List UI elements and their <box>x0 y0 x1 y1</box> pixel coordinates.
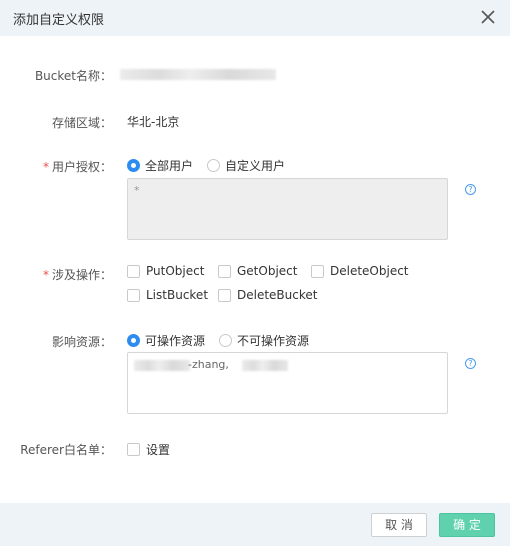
checkbox-icon <box>218 264 231 278</box>
required-mark: * <box>42 268 49 282</box>
checkbox-get-object-label: GetObject <box>237 264 298 278</box>
user-auth-label-text: 用户授权： <box>51 160 112 174</box>
region-value: 华北-北京 <box>127 115 180 129</box>
checkbox-list-bucket-label: ListBucket <box>146 288 209 302</box>
cancel-button[interactable]: 取 消 <box>371 513 427 537</box>
checkbox-delete-object[interactable]: DeleteObject <box>311 264 409 278</box>
checkbox-get-object[interactable]: GetObject <box>218 264 297 278</box>
referer-label: Referer白名单： <box>20 443 112 457</box>
checkbox-delete-object-label: DeleteObject <box>330 264 409 278</box>
help-icon[interactable]: ? <box>465 358 476 369</box>
help-icon[interactable]: ? <box>465 184 476 195</box>
required-mark: * <box>42 160 49 174</box>
resource-path-fragment: -zhang, <box>188 358 229 371</box>
user-auth-radio-group: 全部用户 自定义用户 <box>127 157 299 174</box>
add-custom-permission-dialog: 添加自定义权限 Bucket名称： 存储区域： 华北-北京 * 用户授权： 全部用… <box>0 0 510 546</box>
checkbox-put-object-label: PutObject <box>146 264 205 278</box>
radio-all-users[interactable]: 全部用户 <box>127 157 193 174</box>
bucket-name-label: Bucket名称： <box>34 69 112 83</box>
operations-label: * 涉及操作： <box>43 266 112 283</box>
checkbox-icon <box>127 443 140 456</box>
radio-checked-icon <box>127 159 140 172</box>
bucket-name-value-redacted <box>120 69 276 80</box>
checkbox-icon <box>311 264 324 278</box>
resources-radio-group: 可操作资源 不可操作资源 <box>127 332 323 349</box>
operations-label-text: 涉及操作： <box>51 268 112 282</box>
dialog-footer: 取 消 确 定 <box>0 503 510 546</box>
radio-operable-resources-label: 可操作资源 <box>145 334 206 348</box>
checkbox-referer-setting[interactable]: 设置 <box>127 441 170 458</box>
checkbox-list-bucket[interactable]: ListBucket <box>127 288 208 302</box>
resource-path-redacted-start <box>134 360 190 371</box>
user-auth-label: * 用户授权： <box>43 158 112 175</box>
checkbox-referer-setting-label: 设置 <box>146 443 171 457</box>
checkbox-put-object[interactable]: PutObject <box>127 264 204 278</box>
checkbox-icon <box>127 288 140 302</box>
radio-non-operable-resources-label: 不可操作资源 <box>237 334 310 348</box>
resource-path-redacted-end <box>242 360 288 371</box>
dialog-title: 添加自定义权限 <box>13 13 105 28</box>
radio-custom-users-label: 自定义用户 <box>225 159 286 173</box>
resources-label: 影响资源： <box>51 335 112 349</box>
resources-textarea[interactable]: -zhang, <box>127 352 448 414</box>
user-auth-textarea-value: * <box>134 184 140 197</box>
region-label: 存储区域： <box>51 116 112 130</box>
confirm-button[interactable]: 确 定 <box>439 513 495 537</box>
radio-unchecked-icon <box>207 159 221 172</box>
radio-custom-users[interactable]: 自定义用户 <box>207 157 285 174</box>
user-auth-textarea: * <box>127 178 448 240</box>
checkbox-icon <box>218 288 231 302</box>
dialog-header: 添加自定义权限 <box>0 0 510 36</box>
checkbox-delete-bucket-label: DeleteBucket <box>237 288 318 302</box>
radio-operable-resources[interactable]: 可操作资源 <box>127 332 205 349</box>
close-icon[interactable] <box>478 7 498 27</box>
radio-all-users-label: 全部用户 <box>145 159 194 173</box>
radio-unchecked-icon <box>219 334 233 347</box>
radio-checked-icon <box>127 334 140 347</box>
checkbox-delete-bucket[interactable]: DeleteBucket <box>218 288 317 302</box>
radio-non-operable-resources[interactable]: 不可操作资源 <box>219 332 309 349</box>
checkbox-icon <box>127 264 140 278</box>
